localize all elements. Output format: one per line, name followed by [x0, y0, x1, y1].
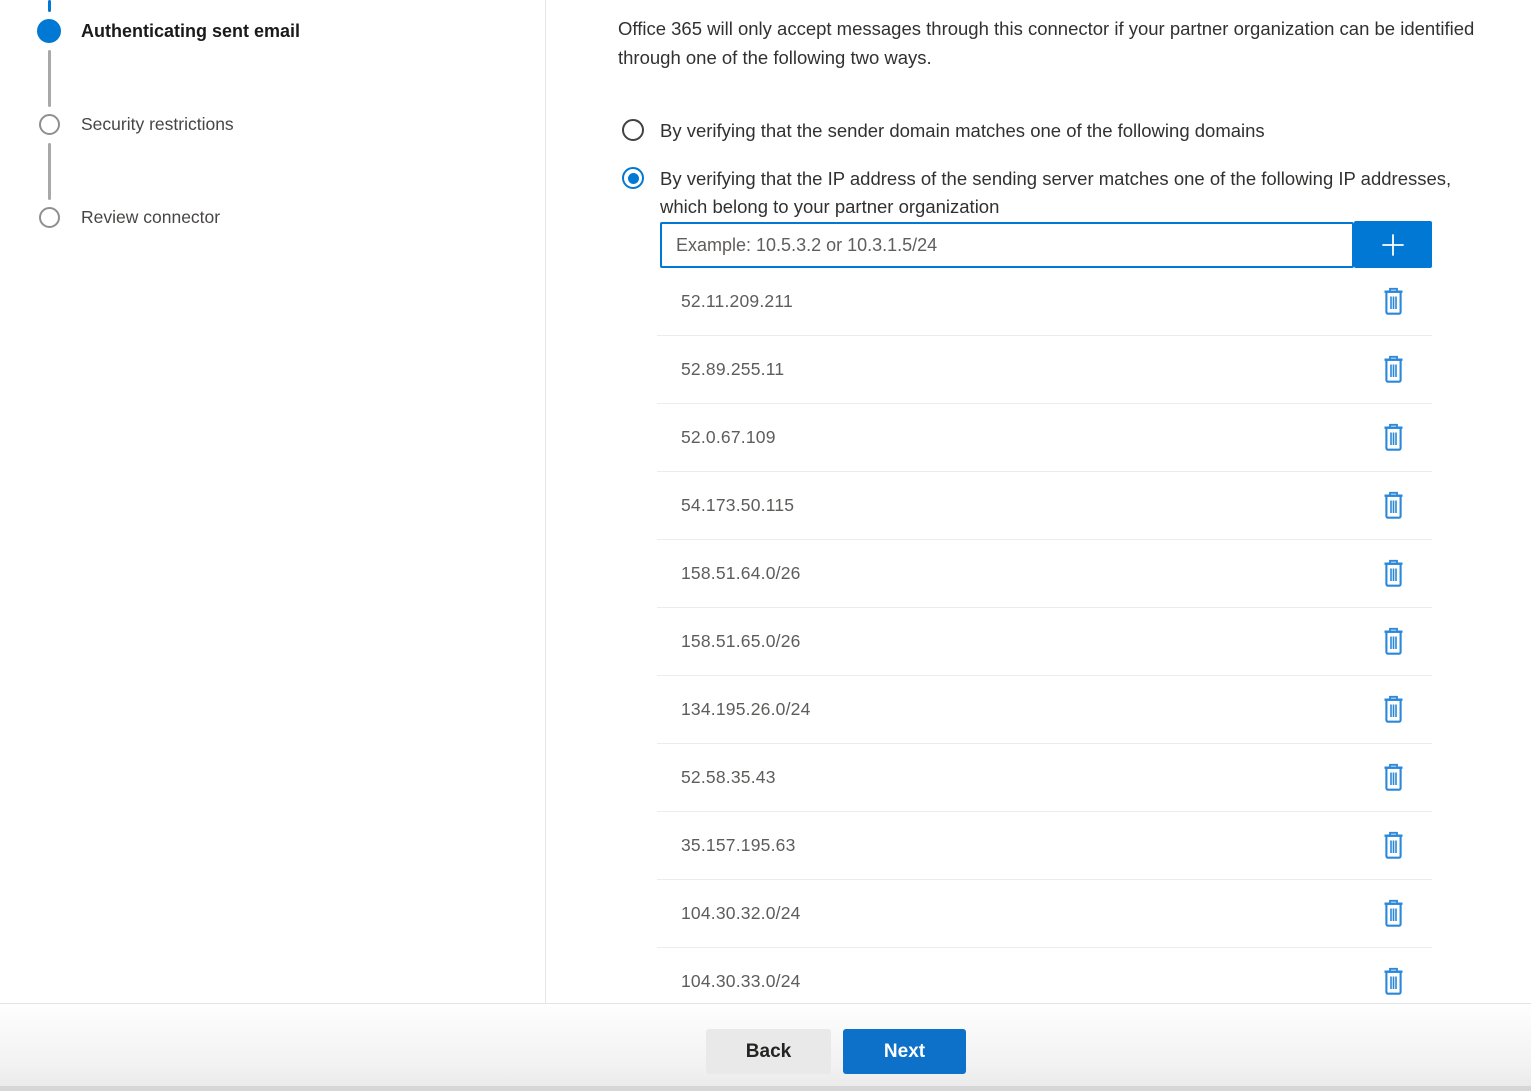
ip-row: 104.30.32.0/24	[657, 880, 1432, 948]
step-connector-completed	[48, 0, 51, 12]
radio-verify-ip-address[interactable]: By verifying that the IP address of the …	[622, 165, 1484, 221]
trash-icon	[1381, 559, 1406, 588]
ip-row: 52.89.255.11	[657, 336, 1432, 404]
ip-address-text: 35.157.195.63	[681, 835, 796, 856]
delete-ip-button[interactable]	[1376, 828, 1410, 864]
ip-row: 52.58.35.43	[657, 744, 1432, 812]
delete-ip-button[interactable]	[1376, 692, 1410, 728]
ip-address-text: 52.0.67.109	[681, 427, 776, 448]
ip-row: 52.11.209.211	[657, 268, 1432, 336]
delete-ip-button[interactable]	[1376, 556, 1410, 592]
wizard-step-authenticating-sent-email: Authenticating sent email	[36, 18, 300, 44]
ip-address-text: 52.58.35.43	[681, 767, 776, 788]
back-button[interactable]: Back	[706, 1029, 831, 1074]
step-connector	[48, 143, 51, 200]
wizard-footer: Back Next	[0, 1003, 1531, 1091]
radio-label: By verifying that the IP address of the …	[660, 165, 1472, 221]
step-connector	[48, 50, 51, 107]
radio-label: By verifying that the sender domain matc…	[660, 117, 1265, 145]
ip-row: 134.195.26.0/24	[657, 676, 1432, 744]
delete-ip-button[interactable]	[1376, 284, 1410, 320]
trash-icon	[1381, 899, 1406, 928]
ip-row: 158.51.65.0/26	[657, 608, 1432, 676]
connector-wizard-page: Authenticating sent email Security restr…	[0, 0, 1531, 1091]
trash-icon	[1381, 355, 1406, 384]
trash-icon	[1381, 491, 1406, 520]
ip-list: 52.11.209.211 52.89.255.11	[657, 268, 1432, 1016]
ip-row: 158.51.64.0/26	[657, 540, 1432, 608]
ip-address-text: 158.51.65.0/26	[681, 631, 801, 652]
ip-row: 35.157.195.63	[657, 812, 1432, 880]
step-circle-icon	[36, 204, 62, 230]
delete-ip-button[interactable]	[1376, 964, 1410, 1000]
ip-row: 54.173.50.115	[657, 472, 1432, 540]
radio-unselected-icon	[622, 119, 644, 141]
wizard-step-review-connector: Review connector	[36, 204, 220, 230]
next-button[interactable]: Next	[843, 1029, 966, 1074]
ip-address-text: 52.11.209.211	[681, 291, 793, 312]
ip-address-text: 52.89.255.11	[681, 359, 784, 380]
ip-address-text: 134.195.26.0/24	[681, 699, 811, 720]
wizard-step-security-restrictions: Security restrictions	[36, 111, 234, 137]
add-ip-button[interactable]	[1354, 221, 1432, 268]
trash-icon	[1381, 763, 1406, 792]
ip-row: 52.0.67.109	[657, 404, 1432, 472]
delete-ip-button[interactable]	[1376, 420, 1410, 456]
wizard-step-rail: Authenticating sent email Security restr…	[0, 0, 545, 1003]
trash-icon	[1381, 695, 1406, 724]
ip-address-text: 54.173.50.115	[681, 495, 794, 516]
step-label: Security restrictions	[81, 114, 234, 135]
radio-verify-sender-domain[interactable]: By verifying that the sender domain matc…	[622, 117, 1522, 145]
radio-selected-icon	[622, 167, 644, 189]
ip-address-text: 104.30.32.0/24	[681, 903, 801, 924]
step-label: Authenticating sent email	[81, 21, 300, 42]
delete-ip-button[interactable]	[1376, 760, 1410, 796]
ip-address-text: 158.51.64.0/26	[681, 563, 801, 584]
delete-ip-button[interactable]	[1376, 896, 1410, 932]
delete-ip-button[interactable]	[1376, 488, 1410, 524]
vertical-divider	[545, 0, 546, 1003]
ip-address-input[interactable]	[660, 222, 1354, 268]
step-active-dot-icon	[36, 18, 62, 44]
trash-icon	[1381, 287, 1406, 316]
ip-address-text: 104.30.33.0/24	[681, 971, 801, 992]
trash-icon	[1381, 967, 1406, 996]
delete-ip-button[interactable]	[1376, 624, 1410, 660]
trash-icon	[1381, 627, 1406, 656]
delete-ip-button[interactable]	[1376, 352, 1410, 388]
intro-text: Office 365 will only accept messages thr…	[618, 15, 1531, 72]
trash-icon	[1381, 831, 1406, 860]
step-circle-icon	[36, 111, 62, 137]
trash-icon	[1381, 423, 1406, 452]
plus-icon	[1377, 229, 1409, 261]
step-label: Review connector	[81, 207, 220, 228]
